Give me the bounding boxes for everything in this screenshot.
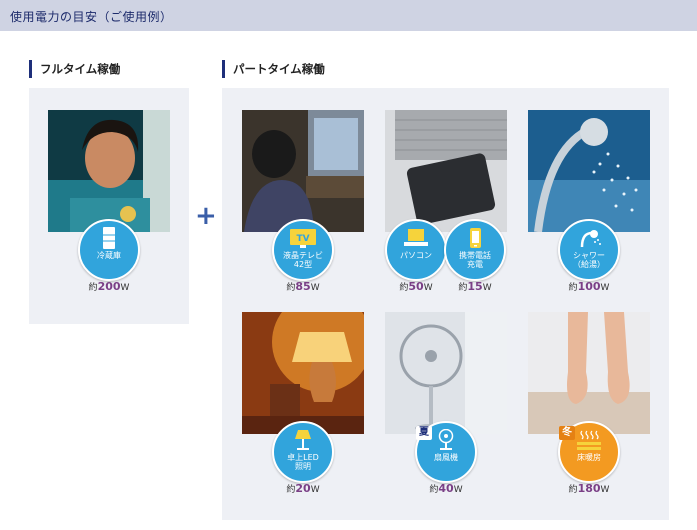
phone-label: 携帯電話 充電 bbox=[459, 251, 491, 269]
photo-electric-fan bbox=[385, 312, 507, 434]
photo-desk-lamp bbox=[242, 312, 364, 434]
lamp-label: 卓上LED 照明 bbox=[287, 453, 319, 471]
refrigerator-icon bbox=[103, 227, 115, 249]
phone-watts: 約15W bbox=[458, 280, 492, 293]
tv-label: 液晶テレビ 42型 bbox=[283, 251, 323, 269]
plus-sign: + bbox=[195, 201, 217, 231]
floor-heating-icon bbox=[577, 430, 601, 450]
shower-label: シャワー （給湯） bbox=[573, 251, 605, 269]
floorheat-label: 床暖房 bbox=[577, 453, 601, 462]
floorheat-watts: 約180W bbox=[568, 482, 610, 495]
fan-icon bbox=[438, 429, 454, 450]
lamp-badge: 卓上LED 照明 bbox=[272, 421, 334, 483]
phone-badge: 携帯電話 充電 bbox=[444, 219, 506, 281]
laptop-icon bbox=[404, 229, 428, 246]
section-title-parttime: パートタイム稼働 bbox=[222, 60, 325, 78]
tv-watts: 約85W bbox=[286, 280, 320, 293]
desk-lamp-icon bbox=[295, 430, 311, 450]
fridge-watts: 約200W bbox=[88, 280, 130, 293]
fan-watts: 約40W bbox=[429, 482, 463, 495]
svg-text:TV: TV bbox=[296, 234, 309, 244]
winter-badge: 冬 bbox=[559, 426, 575, 440]
lamp-watts: 約20W bbox=[286, 482, 320, 495]
fridge-label: 冷蔵庫 bbox=[97, 251, 121, 260]
page-title: 使用電力の目安（ご使用例） bbox=[10, 10, 173, 24]
header-bar: 使用電力の目安（ご使用例） bbox=[0, 0, 697, 31]
pc-badge: パソコン bbox=[385, 219, 447, 281]
photo-shower bbox=[528, 110, 650, 232]
fan-label: 扇風機 bbox=[434, 453, 458, 462]
pc-label: パソコン bbox=[400, 251, 432, 260]
shower-icon bbox=[580, 230, 601, 248]
summer-badge: 夏 bbox=[416, 426, 432, 440]
photo-man-tv bbox=[242, 110, 364, 232]
tv-badge: TV 液晶テレビ 42型 bbox=[272, 219, 334, 281]
shower-badge: シャワー （給湯） bbox=[558, 219, 620, 281]
section-title-fulltime: フルタイム稼働 bbox=[29, 60, 120, 78]
tv-icon: TV bbox=[290, 229, 316, 248]
phone-charging-icon bbox=[470, 228, 481, 248]
photo-laptop-phone bbox=[385, 110, 507, 232]
photo-floor-heating-feet bbox=[528, 312, 650, 434]
photo-woman-refrigerator bbox=[48, 110, 170, 232]
fridge-badge: 冷蔵庫 bbox=[78, 219, 140, 281]
shower-watts: 約100W bbox=[568, 280, 610, 293]
